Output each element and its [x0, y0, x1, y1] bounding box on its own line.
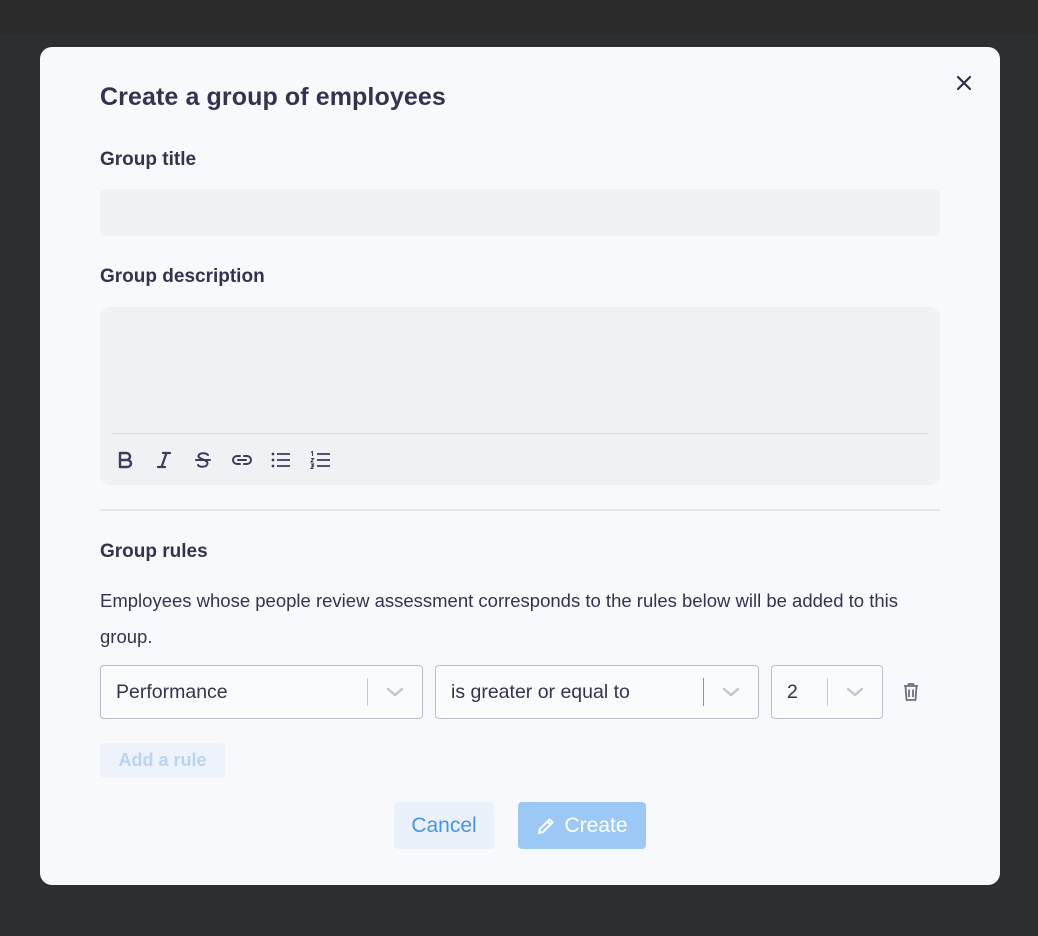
strikethrough-icon — [195, 452, 211, 468]
strikethrough-button[interactable] — [190, 447, 216, 473]
link-button[interactable] — [229, 447, 255, 473]
close-icon — [956, 75, 972, 91]
add-rule-button[interactable]: Add a rule — [100, 743, 225, 778]
create-button[interactable]: Create — [518, 802, 646, 849]
rule-criterion-value: Performance — [116, 680, 228, 703]
create-group-modal: Create a group of employees Group title … — [40, 47, 1000, 885]
chevron-down-icon[interactable] — [828, 666, 882, 718]
chevron-down-icon[interactable] — [704, 666, 758, 718]
chevron-down-icon[interactable] — [368, 666, 422, 718]
group-rules-description: Employees whose people review assessment… — [100, 590, 898, 647]
bold-icon — [118, 451, 133, 469]
numbered-list-icon — [309, 450, 330, 470]
italic-button[interactable] — [151, 447, 177, 473]
numbered-list-button[interactable] — [307, 447, 333, 473]
group-description-editor — [100, 307, 940, 485]
close-button[interactable] — [952, 71, 976, 95]
pencil-icon — [538, 818, 554, 834]
rule-value-value: 2 — [787, 680, 798, 703]
editor-toolbar — [112, 447, 333, 473]
link-icon — [232, 455, 252, 465]
rule-value-select[interactable]: 2 — [771, 665, 883, 719]
modal-title: Create a group of employees — [100, 83, 446, 111]
group-description-textarea[interactable] — [112, 317, 928, 433]
italic-icon — [156, 451, 172, 469]
create-button-label: Create — [564, 813, 628, 837]
editor-divider — [112, 433, 928, 434]
trash-icon — [904, 683, 918, 701]
rule-criterion-select[interactable]: Performance — [100, 665, 423, 719]
bulleted-list-button[interactable] — [268, 447, 294, 473]
bulleted-list-icon — [271, 452, 290, 468]
group-rules-heading: Group rules — [100, 541, 208, 562]
delete-rule-button[interactable] — [898, 679, 924, 705]
group-title-input[interactable] — [100, 189, 940, 236]
backdrop — [0, 0, 1038, 34]
cancel-button[interactable]: Cancel — [394, 802, 494, 849]
section-divider — [100, 509, 940, 511]
rule-operator-value: is greater or equal to — [451, 680, 630, 703]
group-title-label: Group title — [100, 149, 197, 170]
bold-button[interactable] — [112, 447, 138, 473]
rule-operator-select[interactable]: is greater or equal to — [435, 665, 759, 719]
group-description-label: Group description — [100, 266, 265, 287]
